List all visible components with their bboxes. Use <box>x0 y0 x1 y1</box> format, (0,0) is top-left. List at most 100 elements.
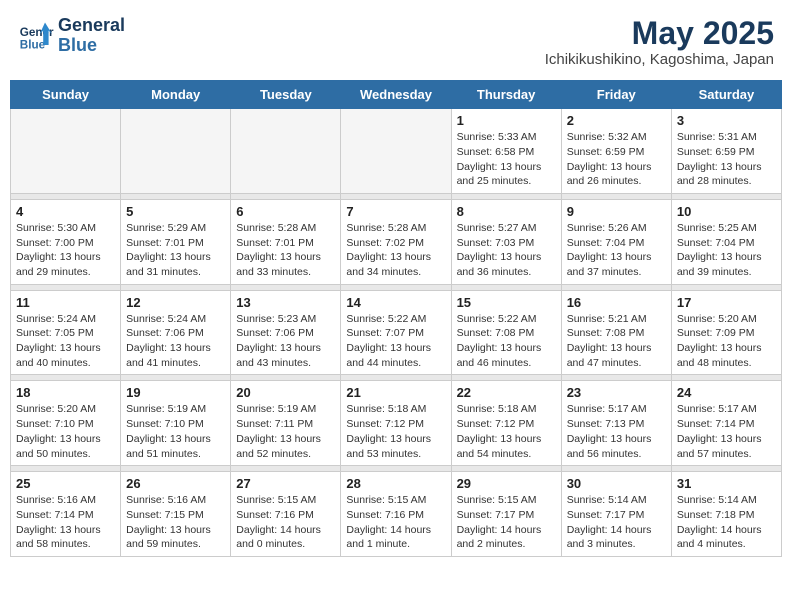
weekday-header-saturday: Saturday <box>671 81 781 109</box>
day-info: Sunrise: 5:16 AMSunset: 7:15 PMDaylight:… <box>126 493 225 552</box>
day-info: Sunrise: 5:15 AMSunset: 7:17 PMDaylight:… <box>457 493 556 552</box>
title-block: May 2025 Ichikikushikino, Kagoshima, Jap… <box>545 16 774 68</box>
day-info: Sunrise: 5:19 AMSunset: 7:10 PMDaylight:… <box>126 402 225 461</box>
day-info: Sunrise: 5:24 AMSunset: 7:06 PMDaylight:… <box>126 312 225 371</box>
calendar-cell: 25Sunrise: 5:16 AMSunset: 7:14 PMDayligh… <box>11 472 121 557</box>
calendar-cell <box>11 109 121 194</box>
weekday-header-row: SundayMondayTuesdayWednesdayThursdayFrid… <box>11 81 782 109</box>
day-info: Sunrise: 5:30 AMSunset: 7:00 PMDaylight:… <box>16 221 115 280</box>
day-info: Sunrise: 5:17 AMSunset: 7:13 PMDaylight:… <box>567 402 666 461</box>
day-info: Sunrise: 5:22 AMSunset: 7:08 PMDaylight:… <box>457 312 556 371</box>
calendar-week-5: 25Sunrise: 5:16 AMSunset: 7:14 PMDayligh… <box>11 472 782 557</box>
calendar-cell: 20 Sunrise: 5:19 AMSunset: 7:11 PMDayligh… <box>231 381 341 466</box>
weekday-header-sunday: Sunday <box>11 81 121 109</box>
day-info: Sunrise: 5:15 AMSunset: 7:16 PMDaylight:… <box>236 493 335 552</box>
calendar-cell: 21 Sunrise: 5:18 AMSunset: 7:12 PMDayligh… <box>341 381 451 466</box>
calendar-week-3: 11Sunrise: 5:24 AMSunset: 7:05 PMDayligh… <box>11 290 782 375</box>
day-info: Sunrise: 5:28 AMSunset: 7:02 PMDaylight:… <box>346 221 445 280</box>
day-number: 27 <box>236 476 335 491</box>
calendar-cell: 5Sunrise: 5:29 AMSunset: 7:01 PMDaylight… <box>121 199 231 284</box>
day-number: 6 <box>236 204 335 219</box>
day-number: 7 <box>346 204 445 219</box>
calendar-cell: 12 Sunrise: 5:24 AMSunset: 7:06 PMDayligh… <box>121 290 231 375</box>
calendar-cell: 19 Sunrise: 5:19 AMSunset: 7:10 PMDayligh… <box>121 381 231 466</box>
day-info: Sunrise: 5:26 AMSunset: 7:04 PMDaylight:… <box>567 221 666 280</box>
day-number: 23 <box>567 385 666 400</box>
calendar-cell: 29 Sunrise: 5:15 AMSunset: 7:17 PMDayligh… <box>451 472 561 557</box>
calendar-cell: 22Sunrise: 5:18 AMSunset: 7:12 PMDayligh… <box>451 381 561 466</box>
calendar-cell <box>341 109 451 194</box>
logo-icon: General Blue <box>18 18 54 54</box>
calendar-cell: 3 Sunrise: 5:31 AMSunset: 6:59 PMDaylight… <box>671 109 781 194</box>
day-info: Sunrise: 5:28 AMSunset: 7:01 PMDaylight:… <box>236 221 335 280</box>
day-number: 15 <box>457 295 556 310</box>
day-info: Sunrise: 5:19 AMSunset: 7:11 PMDaylight:… <box>236 402 335 461</box>
day-number: 21 <box>346 385 445 400</box>
month-title: May 2025 <box>545 16 774 51</box>
day-info: Sunrise: 5:22 AMSunset: 7:07 PMDaylight:… <box>346 312 445 371</box>
calendar-cell: 11Sunrise: 5:24 AMSunset: 7:05 PMDayligh… <box>11 290 121 375</box>
day-number: 20 <box>236 385 335 400</box>
day-number: 17 <box>677 295 776 310</box>
day-info: Sunrise: 5:18 AMSunset: 7:12 PMDaylight:… <box>346 402 445 461</box>
day-number: 12 <box>126 295 225 310</box>
calendar-cell: 9Sunrise: 5:26 AMSunset: 7:04 PMDaylight… <box>561 199 671 284</box>
logo-text-line1: General <box>58 16 125 36</box>
day-number: 24 <box>677 385 776 400</box>
calendar-cell: 7 Sunrise: 5:28 AMSunset: 7:02 PMDaylight… <box>341 199 451 284</box>
day-number: 26 <box>126 476 225 491</box>
calendar-week-2: 4 Sunrise: 5:30 AMSunset: 7:00 PMDaylight… <box>11 199 782 284</box>
page-header: General Blue General Blue May 2025 Ichik… <box>10 10 782 74</box>
calendar-cell: 30 Sunrise: 5:14 AMSunset: 7:17 PMDayligh… <box>561 472 671 557</box>
day-number: 18 <box>16 385 115 400</box>
day-number: 1 <box>457 113 556 128</box>
calendar-cell: 8Sunrise: 5:27 AMSunset: 7:03 PMDaylight… <box>451 199 561 284</box>
weekday-header-tuesday: Tuesday <box>231 81 341 109</box>
calendar-cell: 15 Sunrise: 5:22 AMSunset: 7:08 PMDayligh… <box>451 290 561 375</box>
weekday-header-wednesday: Wednesday <box>341 81 451 109</box>
day-info: Sunrise: 5:25 AMSunset: 7:04 PMDaylight:… <box>677 221 776 280</box>
day-number: 25 <box>16 476 115 491</box>
calendar-cell: 23 Sunrise: 5:17 AMSunset: 7:13 PMDayligh… <box>561 381 671 466</box>
day-number: 28 <box>346 476 445 491</box>
day-number: 13 <box>236 295 335 310</box>
day-number: 5 <box>126 204 225 219</box>
calendar-cell: 28Sunrise: 5:15 AMSunset: 7:16 PMDayligh… <box>341 472 451 557</box>
calendar-cell: 6 Sunrise: 5:28 AMSunset: 7:01 PMDaylight… <box>231 199 341 284</box>
calendar-cell: 2 Sunrise: 5:32 AMSunset: 6:59 PMDaylight… <box>561 109 671 194</box>
day-info: Sunrise: 5:20 AMSunset: 7:09 PMDaylight:… <box>677 312 776 371</box>
day-info: Sunrise: 5:24 AMSunset: 7:05 PMDaylight:… <box>16 312 115 371</box>
day-info: Sunrise: 5:14 AMSunset: 7:18 PMDaylight:… <box>677 493 776 552</box>
day-info: Sunrise: 5:20 AMSunset: 7:10 PMDaylight:… <box>16 402 115 461</box>
day-number: 31 <box>677 476 776 491</box>
calendar-table: SundayMondayTuesdayWednesdayThursdayFrid… <box>10 80 782 557</box>
calendar-cell: 18 Sunrise: 5:20 AMSunset: 7:10 PMDayligh… <box>11 381 121 466</box>
day-number: 29 <box>457 476 556 491</box>
day-number: 19 <box>126 385 225 400</box>
day-info: Sunrise: 5:31 AMSunset: 6:59 PMDaylight:… <box>677 130 776 189</box>
calendar-week-4: 18 Sunrise: 5:20 AMSunset: 7:10 PMDayligh… <box>11 381 782 466</box>
day-info: Sunrise: 5:14 AMSunset: 7:17 PMDaylight:… <box>567 493 666 552</box>
calendar-cell: 16Sunrise: 5:21 AMSunset: 7:08 PMDayligh… <box>561 290 671 375</box>
day-number: 16 <box>567 295 666 310</box>
day-number: 2 <box>567 113 666 128</box>
calendar-cell: 14Sunrise: 5:22 AMSunset: 7:07 PMDayligh… <box>341 290 451 375</box>
calendar-cell: 1Sunrise: 5:33 AMSunset: 6:58 PMDaylight… <box>451 109 561 194</box>
day-number: 22 <box>457 385 556 400</box>
calendar-cell: 10 Sunrise: 5:25 AMSunset: 7:04 PMDayligh… <box>671 199 781 284</box>
calendar-cell: 13Sunrise: 5:23 AMSunset: 7:06 PMDayligh… <box>231 290 341 375</box>
day-number: 8 <box>457 204 556 219</box>
day-number: 10 <box>677 204 776 219</box>
day-number: 3 <box>677 113 776 128</box>
calendar-cell <box>231 109 341 194</box>
location-title: Ichikikushikino, Kagoshima, Japan <box>545 51 774 68</box>
logo-text-line2: Blue <box>58 36 125 56</box>
day-number: 30 <box>567 476 666 491</box>
day-info: Sunrise: 5:32 AMSunset: 6:59 PMDaylight:… <box>567 130 666 189</box>
svg-text:Blue: Blue <box>20 38 46 51</box>
calendar-cell: 31 Sunrise: 5:14 AMSunset: 7:18 PMDayligh… <box>671 472 781 557</box>
logo: General Blue General Blue <box>18 16 125 56</box>
day-number: 4 <box>16 204 115 219</box>
weekday-header-friday: Friday <box>561 81 671 109</box>
calendar-week-1: 1Sunrise: 5:33 AMSunset: 6:58 PMDaylight… <box>11 109 782 194</box>
